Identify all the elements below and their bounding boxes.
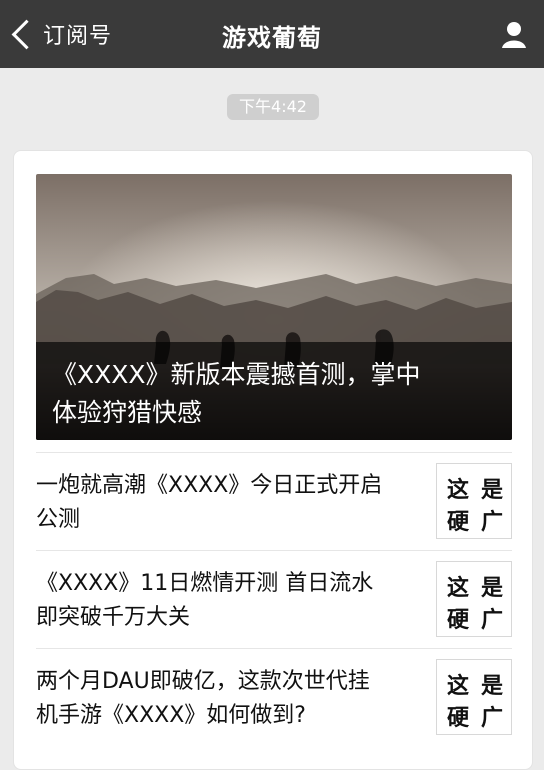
list-item-title: 《XXXX》11日燃情开测 首日流水 即突破千万大关 bbox=[36, 567, 428, 635]
list-item-title-line-1: 《XXXX》11日燃情开测 首日流水 bbox=[36, 571, 374, 596]
profile-button[interactable] bbox=[498, 18, 530, 50]
thumbnail-text-line-1: 这是 bbox=[447, 478, 512, 503]
thumbnail-text-line-2: 硬广 bbox=[447, 510, 512, 535]
list-item-title-line-1: 一炮就高潮《XXXX》今日正式开启 bbox=[36, 473, 383, 498]
list-item-title-line-1: 两个月DAU即破亿，这款次世代挂 bbox=[36, 669, 370, 694]
hero-title-line-1: 《XXXX》新版本震撼首测，掌中 bbox=[52, 360, 421, 389]
list-item-thumbnail: 这是 硬广 bbox=[436, 463, 512, 539]
hero-title-line-2: 体验狩猎快感 bbox=[52, 398, 203, 427]
list-item-title-line-2: 公测 bbox=[36, 507, 81, 532]
thumbnail-text-line-2: 硬广 bbox=[447, 706, 512, 731]
thumbnail-text-line-1: 这是 bbox=[447, 674, 512, 699]
list-item-title-line-2: 即突破千万大关 bbox=[36, 605, 191, 630]
list-item[interactable]: 一炮就高潮《XXXX》今日正式开启 公测 这是 硬广 bbox=[36, 452, 512, 550]
hero-title-overlay: 《XXXX》新版本震撼首测，掌中 体验狩猎快感 bbox=[36, 342, 512, 440]
list-item-title-line-2: 机手游《XXXX》如何做到? bbox=[36, 703, 306, 728]
thumbnail-text-line-2: 硬广 bbox=[447, 608, 512, 633]
list-item-thumbnail: 这是 硬广 bbox=[436, 561, 512, 637]
list-item-thumbnail: 这是 硬广 bbox=[436, 659, 512, 735]
hero-article[interactable]: 《XXXX》新版本震撼首测，掌中 体验狩猎快感 bbox=[36, 174, 512, 440]
list-item[interactable]: 两个月DAU即破亿，这款次世代挂 机手游《XXXX》如何做到? 这是 硬广 bbox=[36, 648, 512, 746]
top-navigation-bar: 订阅号 游戏葡萄 bbox=[0, 0, 544, 68]
page-title: 游戏葡萄 bbox=[222, 24, 322, 52]
list-item[interactable]: 《XXXX》11日燃情开测 首日流水 即突破千万大关 这是 硬广 bbox=[36, 550, 512, 648]
timestamp-badge: 下午4:42 bbox=[227, 94, 319, 120]
article-bundle-card: 《XXXX》新版本震撼首测，掌中 体验狩猎快感 一炮就高潮《XXXX》今日正式开… bbox=[13, 150, 533, 770]
list-item-title: 一炮就高潮《XXXX》今日正式开启 公测 bbox=[36, 469, 428, 537]
thumbnail-text-line-1: 这是 bbox=[447, 576, 512, 601]
person-icon bbox=[502, 22, 526, 48]
list-item-title: 两个月DAU即破亿，这款次世代挂 机手游《XXXX》如何做到? bbox=[36, 665, 428, 733]
